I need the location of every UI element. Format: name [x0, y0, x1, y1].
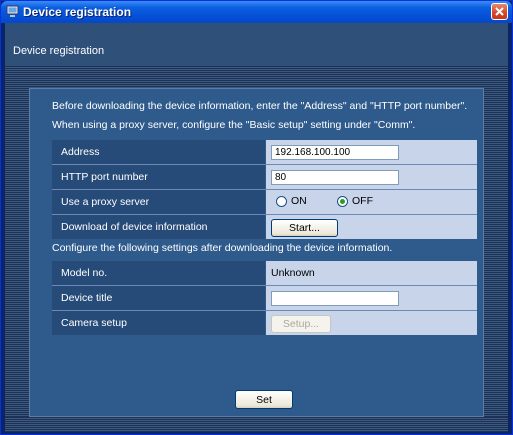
header-band: Device registration: [5, 23, 508, 66]
title-bar[interactable]: Device registration: [1, 1, 512, 23]
decorative-stripes-left: [5, 88, 29, 432]
window-title: Device registration: [23, 5, 132, 19]
proxy-cell: ON OFF: [266, 190, 477, 214]
decorative-stripes-bottom: [5, 417, 508, 432]
port-row: HTTP port number: [52, 165, 477, 190]
address-cell: [266, 140, 477, 164]
device-registration-window: Device registration Device registration …: [0, 0, 513, 435]
proxy-off-radio[interactable]: [337, 196, 348, 207]
proxy-label: Use a proxy server: [52, 190, 265, 214]
camera-setup-label: Camera setup: [52, 311, 265, 335]
model-label: Model no.: [52, 261, 265, 285]
set-button[interactable]: Set: [235, 390, 293, 409]
decorative-stripes-right: [484, 88, 508, 432]
proxy-off-label[interactable]: OFF: [352, 195, 373, 207]
port-cell: [266, 165, 477, 189]
setup-button[interactable]: Setup...: [271, 315, 331, 333]
address-row: Address: [52, 140, 477, 165]
intro-line-1: Before downloading the device informatio…: [52, 100, 468, 112]
close-icon: [495, 7, 504, 16]
after-download-note: Configure the following settings after d…: [52, 242, 393, 254]
connection-settings-table: Address HTTP port number Use a proxy ser…: [52, 140, 477, 240]
download-row: Download of device information Start...: [52, 215, 477, 240]
intro-line-2: When using a proxy server, configure the…: [52, 119, 416, 131]
model-row: Model no. Unknown: [52, 261, 477, 286]
registration-panel: Before downloading the device informatio…: [29, 88, 484, 417]
window-client-area: Device registration Before downloading t…: [5, 23, 508, 432]
port-input[interactable]: [271, 170, 399, 185]
camera-setup-row: Camera setup Setup...: [52, 311, 477, 336]
download-label: Download of device information: [52, 215, 265, 239]
device-title-label: Device title: [52, 286, 265, 310]
close-button[interactable]: [491, 3, 508, 20]
device-settings-table: Model no. Unknown Device title Camera se…: [52, 261, 477, 336]
monitor-icon: [6, 5, 19, 18]
device-title-row: Device title: [52, 286, 477, 311]
proxy-on-radio[interactable]: [276, 196, 287, 207]
radio-selected-dot: [340, 199, 345, 204]
camera-setup-cell: Setup...: [266, 311, 477, 335]
port-label: HTTP port number: [52, 165, 265, 189]
model-cell: Unknown: [266, 261, 477, 285]
device-title-input[interactable]: [271, 291, 399, 306]
device-title-cell: [266, 286, 477, 310]
address-input[interactable]: [271, 145, 399, 160]
start-button[interactable]: Start...: [271, 219, 338, 237]
decorative-stripes-top: [5, 66, 508, 88]
proxy-on-label[interactable]: ON: [291, 195, 307, 207]
address-label: Address: [52, 140, 265, 164]
download-cell: Start...: [266, 215, 477, 239]
proxy-row: Use a proxy server ON OFF: [52, 190, 477, 215]
section-title: Device registration: [13, 45, 105, 57]
model-value: Unknown: [271, 267, 315, 279]
